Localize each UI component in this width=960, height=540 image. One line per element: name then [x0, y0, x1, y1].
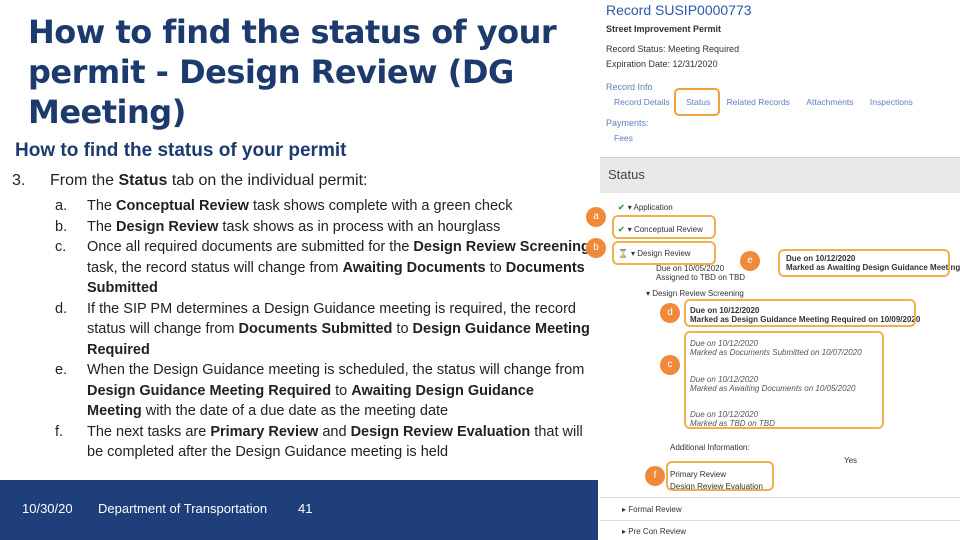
- badge-c: c: [660, 355, 680, 375]
- list-item-text: and: [318, 423, 351, 440]
- list-item-text: When the Design Guidance meeting is sche…: [87, 362, 585, 378]
- badge-f: f: [645, 466, 665, 486]
- status-header-label: Status: [608, 167, 645, 182]
- list-item-bold-text: Design Guidance Meeting Required: [87, 382, 332, 399]
- record-title: Record SUSIP0000773: [606, 2, 752, 18]
- design-review-due-line-1: Due on 10/05/2020: [656, 264, 725, 273]
- step-number: 3.: [12, 172, 26, 189]
- footer-date: 10/30/20: [22, 501, 73, 516]
- list-item-text: The: [87, 218, 117, 235]
- design-review-due-line-2: Assigned to TBD on TBD: [656, 273, 746, 282]
- task-application[interactable]: ✔ ▾ Application: [618, 203, 673, 212]
- footer-department: Department of Transportation: [98, 501, 268, 516]
- design-review-due: Due on 10/05/2020 Assigned to TBD on TBD: [656, 264, 745, 282]
- list-item-text: task shows complete with a green check: [248, 198, 513, 214]
- status-section-header: Status: [600, 157, 960, 193]
- badge-b: b: [586, 238, 606, 258]
- highlight-d: [684, 299, 916, 327]
- step-prefix: From the: [50, 172, 119, 189]
- record-info-label: Record Info: [606, 82, 653, 92]
- list-item: e. When the Design Guidance meeting is sc…: [55, 360, 590, 422]
- slide-title-line-1: How to find the status of your: [28, 13, 557, 51]
- record-tabs: Record Details Status Related Records At…: [614, 97, 927, 107]
- slide-footer: 10/30/20 Department of Transportation 41: [0, 480, 600, 540]
- list-item-text: task, the record status will change from: [87, 259, 343, 276]
- list-item-bold-text: Documents Submitted: [238, 321, 393, 337]
- list-item-bold-text: Awaiting Documents: [342, 259, 486, 276]
- badge-d: d: [660, 303, 680, 323]
- payments-label: Payments:: [606, 118, 649, 128]
- badge-e: e: [740, 251, 760, 271]
- list-item-text: with the date of a due date as the meeti…: [141, 403, 449, 419]
- expiration-date: Expiration Date: 12/31/2020: [606, 59, 718, 69]
- highlight-design-review: [612, 241, 716, 265]
- highlight-f: [666, 461, 774, 491]
- list-item-bold-text: Primary Review: [210, 423, 319, 440]
- list-item-letter: a.: [55, 198, 68, 214]
- tab-related-records[interactable]: Related Records: [727, 97, 790, 107]
- task-application-label: Application: [633, 203, 673, 212]
- list-item-text: to: [392, 321, 413, 337]
- check-icon: ✔: [618, 203, 625, 212]
- list-item-text: The next tasks are: [87, 423, 211, 440]
- step-heading: 3. From the Status tab on the individual …: [12, 172, 368, 190]
- list-item-bold-text: Design Review: [116, 218, 219, 235]
- slide-title-line-2: permit - Design Review (DG: [28, 53, 514, 91]
- highlight-c: [684, 331, 884, 429]
- record-status: Record Status: Meeting Required: [606, 44, 740, 54]
- list-item-bold-text: Conceptual Review: [116, 198, 249, 214]
- list-item: b. The Design Review task shows as in pro…: [55, 217, 590, 238]
- list-item: d. If the SIP PM determines a Design Guid…: [55, 299, 590, 361]
- list-item-letter: c.: [55, 239, 67, 255]
- record-screenshot: Record SUSIP0000773 Street Improvement P…: [598, 0, 960, 540]
- list-item: c. Once all required documents are submit…: [55, 237, 590, 299]
- fees-link[interactable]: Fees: [614, 133, 633, 143]
- task-screening-label: Design Review Screening: [652, 289, 744, 298]
- badge-a: a: [586, 207, 606, 227]
- list-item-text: to: [485, 259, 506, 276]
- step-suffix: tab on the individual permit:: [167, 172, 368, 189]
- list-item-text: The: [87, 198, 117, 214]
- slide-title: How to find the status of your permit - …: [28, 12, 588, 132]
- highlight-conceptual-review: [612, 215, 716, 239]
- divider: [600, 497, 960, 498]
- list-item: a. The Conceptual Review task shows compl…: [55, 196, 590, 217]
- list-item-letter: f.: [55, 423, 64, 440]
- tab-record-details[interactable]: Record Details: [614, 97, 670, 107]
- highlight-e: [778, 249, 950, 277]
- status-tab-highlight: [674, 88, 720, 116]
- list-item-letter: e.: [55, 362, 68, 378]
- task-design-review-screening[interactable]: ▾ Design Review Screening: [646, 289, 744, 298]
- list-item: f. The next tasks are Primary Review and …: [55, 422, 590, 463]
- list-item-text: to: [331, 382, 352, 399]
- list-item-text: task shows as in process with an hourgla…: [218, 218, 501, 235]
- task-pre-con-review[interactable]: ▸ Pre Con Review: [622, 527, 686, 536]
- list-item-text: Once all required documents are submitte…: [87, 239, 414, 255]
- list-item-bold-text: Design Review Evaluation: [350, 423, 531, 440]
- list-item-letter: d.: [55, 300, 68, 317]
- tab-inspections[interactable]: Inspections: [870, 97, 913, 107]
- list-item-bold-text: Design Review Screening: [413, 239, 590, 255]
- slide-subtitle: How to find the status of your permit: [15, 140, 347, 161]
- slide-title-line-3: Meeting): [28, 93, 186, 131]
- list-item-letter: b.: [55, 218, 68, 235]
- step-bold: Status: [118, 172, 168, 189]
- footer-page-number: 41: [298, 501, 313, 516]
- additional-information-label: Additional Information:: [670, 443, 750, 452]
- task-formal-review-label: Formal Review: [628, 505, 682, 514]
- divider: [600, 520, 960, 521]
- primary-review-value: Yes: [844, 456, 858, 465]
- task-pre-con-review-label: Pre Con Review: [628, 527, 687, 536]
- permit-type: Street Improvement Permit: [606, 24, 722, 34]
- tab-attachments[interactable]: Attachments: [806, 97, 853, 107]
- instruction-list: a. The Conceptual Review task shows compl…: [55, 196, 590, 463]
- task-formal-review[interactable]: ▸ Formal Review: [622, 505, 682, 514]
